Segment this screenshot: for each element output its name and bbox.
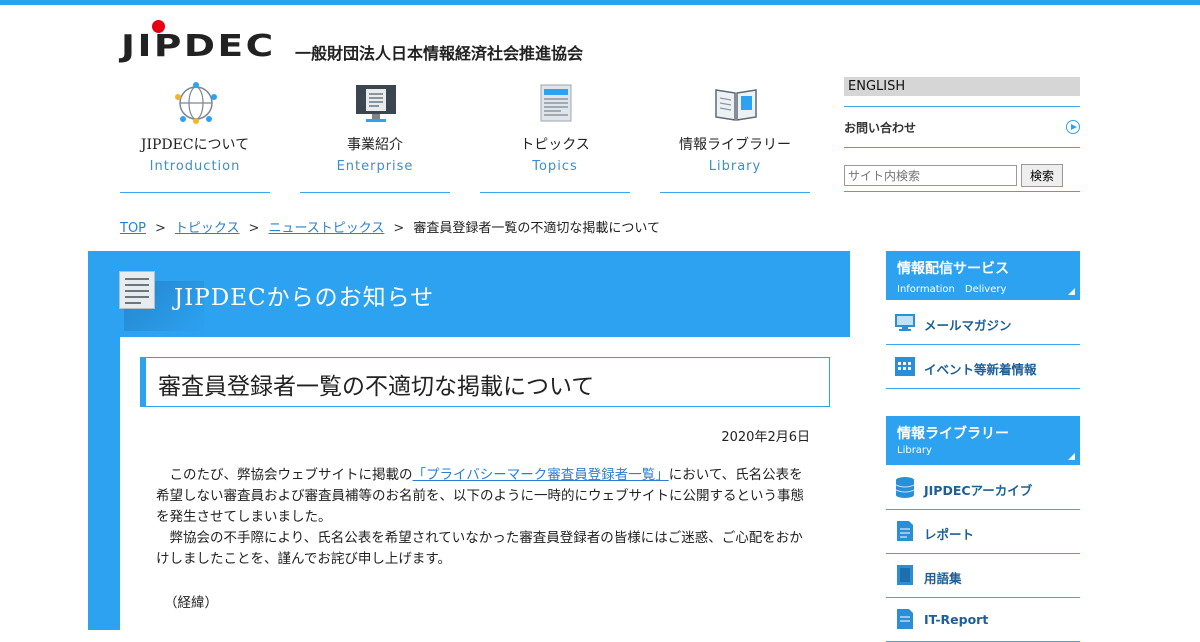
arrow-circle-icon bbox=[1066, 120, 1080, 134]
monitor-document-icon bbox=[356, 85, 396, 122]
sidebar-item-it-report[interactable]: IT-Report bbox=[886, 598, 1080, 642]
contact-label: お問い合わせ bbox=[844, 121, 917, 135]
report-document-icon bbox=[897, 521, 913, 541]
article-title-box: 審査員登録者一覧の不適切な掲載について bbox=[140, 357, 830, 407]
main-section: JIPDECからのお知らせ 審査員登録者一覧の不適切な掲載について 2020年2… bbox=[88, 251, 850, 630]
monitor-mail-icon bbox=[895, 314, 915, 331]
breadcrumb-separator: > bbox=[155, 221, 166, 236]
sidebar-item-glossary[interactable]: 用語集 bbox=[886, 554, 1080, 598]
contact-link[interactable]: お問い合わせ bbox=[844, 106, 1080, 148]
breadcrumb: TOP > トピックス > ニューストピックス > 審査員登録者一覧の不適切な掲載について bbox=[120, 217, 660, 236]
nav-label-jp: JIPDECについて bbox=[140, 137, 250, 153]
sidebar-item-archive[interactable]: JIPDECアーカイブ bbox=[886, 466, 1080, 510]
nav-item-enterprise[interactable]: 事業紹介 Enterprise bbox=[300, 75, 450, 193]
paragraph-text: このたび、弊協会ウェブサイトに掲載の bbox=[156, 467, 413, 483]
nav-item-library[interactable]: 情報ライブラリー Library bbox=[660, 75, 810, 193]
site-logo[interactable]: JIPDEC 一般財団法人日本情報経済社会推進協会 bbox=[121, 20, 583, 64]
article-title: 審査員登録者一覧の不適切な掲載について bbox=[158, 374, 595, 400]
breadcrumb-separator: > bbox=[248, 221, 260, 236]
english-link[interactable]: ENGLISH bbox=[844, 77, 1080, 96]
sidebar-item-label: IT-Report bbox=[924, 612, 989, 627]
nav-label-jp: 情報ライブラリー bbox=[679, 137, 791, 153]
sidebar-item-mail-magazine[interactable]: メールマガジン bbox=[886, 301, 1080, 345]
section-heading-keii: （経緯） bbox=[164, 595, 218, 611]
nav-label-en: Enterprise bbox=[336, 159, 414, 174]
open-book-icon bbox=[715, 89, 757, 121]
article-paragraph: このたび、弊協会ウェブサイトに掲載の「プライバシーマーク審査員登録者一覧」におい… bbox=[156, 465, 808, 528]
breadcrumb-separator: > bbox=[393, 221, 405, 236]
sidebar-item-label: 用語集 bbox=[924, 571, 962, 586]
nav-label-jp: トピックス bbox=[520, 137, 590, 153]
it-report-document-icon bbox=[897, 609, 913, 629]
sidebar-heading-en: Library bbox=[897, 445, 932, 456]
site-search-input[interactable] bbox=[844, 165, 1017, 186]
breadcrumb-current: 審査員登録者一覧の不適切な掲載について bbox=[413, 221, 660, 236]
breadcrumb-link-top[interactable]: TOP bbox=[120, 221, 146, 236]
corner-triangle-icon bbox=[1068, 288, 1075, 295]
calendar-icon bbox=[895, 357, 915, 376]
sidebar-item-label: レポート bbox=[924, 527, 975, 542]
database-icon bbox=[895, 477, 915, 498]
sidebar-item-event-news[interactable]: イベント等新着情報 bbox=[886, 345, 1080, 389]
breadcrumb-link-news-topics[interactable]: ニューストピックス bbox=[268, 221, 384, 236]
article-body: このたび、弊協会ウェブサイトに掲載の「プライバシーマーク審査員登録者一覧」におい… bbox=[156, 465, 808, 570]
nav-label-jp: 事業紹介 bbox=[347, 137, 403, 153]
sidebar-item-label: イベント等新着情報 bbox=[924, 362, 1037, 377]
newspaper-icon bbox=[540, 84, 572, 122]
sidebar-heading-jp: 情報配信サービス bbox=[897, 261, 1009, 277]
glossary-book-icon bbox=[897, 565, 913, 585]
search-button[interactable]: 検索 bbox=[1021, 164, 1063, 187]
privacy-mark-list-link[interactable]: 「プライバシーマーク審査員登録者一覧」 bbox=[413, 467, 669, 483]
nav-label-en: Library bbox=[708, 159, 762, 174]
article-date: 2020年2月6日 bbox=[721, 430, 810, 445]
section-title: JIPDECからのお知らせ bbox=[174, 285, 435, 311]
network-globe-icon bbox=[175, 82, 217, 124]
top-accent-bar bbox=[0, 0, 1200, 5]
corner-triangle-icon bbox=[1068, 453, 1075, 460]
article-paragraph: 弊協会の不手際により、氏名公表を希望されていなかった審査員登録者の皆様にはご迷惑… bbox=[156, 530, 803, 567]
logo-wordmark: JIPDEC bbox=[121, 29, 276, 64]
nav-label-en: Introduction bbox=[149, 159, 241, 174]
organization-name: 一般財団法人日本情報経済社会推進協会 bbox=[295, 44, 584, 63]
nav-item-topics[interactable]: トピックス Topics bbox=[480, 75, 630, 193]
sidebar-heading-jp: 情報ライブラリー bbox=[897, 426, 1009, 442]
sidebar-item-label: JIPDECアーカイブ bbox=[924, 483, 1033, 498]
sidebar-heading-library[interactable]: 情報ライブラリー Library bbox=[886, 416, 1080, 465]
sidebar-item-report[interactable]: レポート bbox=[886, 510, 1080, 554]
sidebar-heading-en: Information Delivery bbox=[897, 284, 1007, 295]
sidebar-item-label: メールマガジン bbox=[924, 318, 1012, 333]
nav-item-introduction[interactable]: JIPDECについて Introduction bbox=[120, 75, 270, 193]
nav-label-en: Topics bbox=[532, 159, 578, 174]
document-icon bbox=[119, 271, 155, 309]
sidebar-heading-information-delivery[interactable]: 情報配信サービス Information Delivery bbox=[886, 251, 1080, 300]
breadcrumb-link-topics[interactable]: トピックス bbox=[175, 221, 240, 236]
divider bbox=[844, 191, 1080, 192]
logo-red-dot bbox=[152, 20, 165, 33]
article-content: 審査員登録者一覧の不適切な掲載について 2020年2月6日 このたび、弊協会ウェ… bbox=[120, 337, 850, 630]
